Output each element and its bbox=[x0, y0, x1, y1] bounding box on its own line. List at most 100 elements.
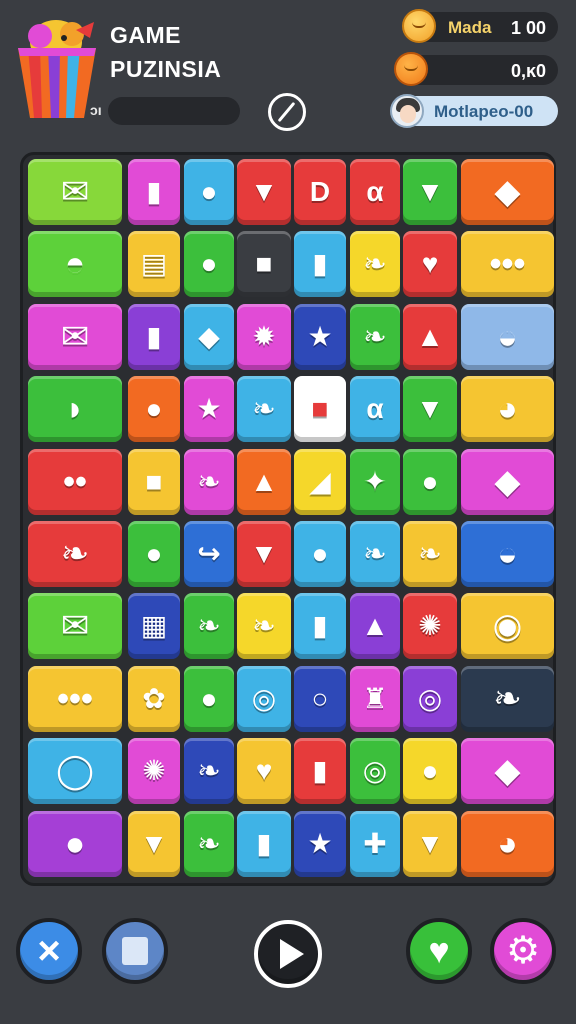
tile-red-pig[interactable]: ◗ bbox=[28, 376, 122, 443]
tile-pink-cup[interactable]: ▼ bbox=[128, 810, 180, 877]
tile-red-donut[interactable]: ● bbox=[28, 810, 122, 877]
tile-paper-plane[interactable]: ▲ bbox=[350, 593, 400, 660]
tile-gold-ring[interactable]: ◯ bbox=[28, 738, 122, 805]
tile-dome[interactable]: ◓ bbox=[28, 231, 122, 298]
tile-paper-plane[interactable]: ▲ bbox=[237, 448, 291, 515]
tile-sun[interactable]: ✹ bbox=[237, 303, 291, 370]
settings-button[interactable]: ⚙ bbox=[490, 918, 556, 984]
tile-red-envelope[interactable]: ✉ bbox=[28, 159, 122, 225]
tile-bottle[interactable]: ▮ bbox=[128, 303, 180, 370]
tile-pink-jar[interactable]: ▮ bbox=[294, 738, 346, 805]
tile-orange-blob[interactable]: •• bbox=[28, 448, 122, 515]
tile-star[interactable]: ★ bbox=[294, 303, 346, 370]
tile-blue-cup[interactable]: ■ bbox=[237, 231, 291, 298]
level-progress: ɔı bbox=[90, 97, 240, 125]
tile-grid: ✉ ▮ ● ▼ Dα ▼ ◆ ◓ ▤ ● ■ ▮ ❧ ♥ ••• ✉ ▮ ◆ ✹ ★ ❧ ▲ ◒ ◗ ● ★ ❧ ■ α ▼ ◕ •• ■ ❧ ▲ ◢… bbox=[28, 159, 554, 883]
tile-purple-balloon[interactable]: ● bbox=[184, 665, 234, 732]
tile-orange-cat[interactable]: ◕ bbox=[461, 810, 554, 877]
tile-pink-drop[interactable]: ● bbox=[403, 738, 457, 805]
tile-star[interactable]: ★ bbox=[294, 810, 346, 877]
tile-green-cactus[interactable]: ✿ bbox=[128, 665, 180, 732]
tile-green-leaf[interactable]: ❧ bbox=[237, 593, 291, 660]
tile-ice-cream-cone[interactable]: ▼ bbox=[237, 521, 291, 587]
tile-yellow-hook[interactable]: ↪ bbox=[184, 521, 234, 587]
tile-cone[interactable]: ▼ bbox=[403, 376, 457, 443]
tile-green-star[interactable]: ✦ bbox=[350, 448, 400, 515]
cards-button[interactable] bbox=[102, 918, 168, 984]
tile-white-sail[interactable]: ◢ bbox=[294, 448, 346, 515]
tile-pencil[interactable]: ▼ bbox=[403, 810, 457, 877]
tile-letter-d[interactable]: D bbox=[294, 159, 346, 225]
tile-yellow-crown[interactable]: ♜ bbox=[350, 665, 400, 732]
tile-blue-coin[interactable]: ● bbox=[128, 521, 180, 587]
tile-pink-leaf[interactable]: ❧ bbox=[184, 448, 234, 515]
tile-ice-cream-cone[interactable]: ▼ bbox=[237, 159, 291, 225]
tile-pink-ball[interactable]: ● bbox=[294, 521, 346, 587]
tile-red-card[interactable]: ▦ bbox=[128, 593, 180, 660]
tile-purple-leaf[interactable]: ❧ bbox=[350, 521, 400, 587]
tile-red-box[interactable]: ■ bbox=[294, 376, 346, 443]
no-entry-icon[interactable] bbox=[268, 93, 306, 131]
tile-pink-urchin[interactable]: ✺ bbox=[403, 593, 457, 660]
tile-blue-trash[interactable]: ▮ bbox=[237, 810, 291, 877]
tile-yellow-blob[interactable]: ••• bbox=[28, 665, 122, 732]
letter-a-icon: α bbox=[366, 176, 384, 207]
tile-green-bag[interactable]: ■ bbox=[128, 448, 180, 515]
card-icon bbox=[122, 937, 148, 965]
close-button[interactable]: × bbox=[16, 918, 82, 984]
tile-pink-envelope[interactable]: ✉ bbox=[28, 303, 122, 370]
tile-star[interactable]: ★ bbox=[184, 376, 234, 443]
tile-cone[interactable]: ▼ bbox=[403, 159, 457, 225]
favorite-button[interactable]: ♥ bbox=[406, 918, 472, 984]
tile-rocket[interactable]: ▲ bbox=[403, 303, 457, 370]
tile-green-leaf[interactable]: ❧ bbox=[237, 376, 291, 443]
tile-trash-can[interactable]: ▮ bbox=[128, 159, 180, 225]
pink-ball-icon: ● bbox=[311, 538, 329, 569]
tile-blue-bird[interactable]: ❧ bbox=[28, 521, 122, 587]
cone-icon: ▼ bbox=[416, 176, 444, 207]
tile-purple-urchin[interactable]: ✺ bbox=[128, 738, 180, 805]
tile-blue-pin[interactable]: ◎ bbox=[350, 738, 400, 805]
tile-blue-donut[interactable]: ◎ bbox=[403, 665, 457, 732]
play-button[interactable] bbox=[254, 920, 322, 988]
tile-blue-ring[interactable]: ◎ bbox=[237, 665, 291, 732]
tile-letter-a[interactable]: α bbox=[350, 376, 400, 443]
tile-green-leaf[interactable]: ❧ bbox=[461, 665, 554, 732]
tile-potion[interactable]: ● bbox=[184, 159, 234, 225]
popcorn-box-logo bbox=[18, 20, 96, 118]
tile-lemon[interactable]: ● bbox=[128, 376, 180, 443]
tile-letter-a[interactable]: α bbox=[350, 159, 400, 225]
tile-purple-drop[interactable]: ● bbox=[403, 448, 457, 515]
tile-red-heart-leaf[interactable]: ♥ bbox=[237, 738, 291, 805]
tile-purple-gem-block[interactable]: ◆ bbox=[461, 448, 554, 515]
tile-orange-leaf[interactable]: ❧ bbox=[184, 810, 234, 877]
tile-gold-ring[interactable]: ○ bbox=[294, 665, 346, 732]
tile-flag-card[interactable]: ▤ bbox=[128, 231, 180, 298]
tile-green-leaf[interactable]: ❧ bbox=[184, 593, 234, 660]
green-cactus-icon: ✿ bbox=[142, 682, 166, 714]
tile-blue-fish[interactable]: ◒ bbox=[461, 303, 554, 370]
tile-purple-leaf[interactable]: ❧ bbox=[350, 231, 400, 298]
star-icon: ★ bbox=[307, 320, 333, 352]
tile-pink-gem[interactable]: ◆ bbox=[461, 738, 554, 805]
tile-crystal[interactable]: ◆ bbox=[184, 303, 234, 370]
tile-heart[interactable]: ♥ bbox=[403, 231, 457, 298]
player-badge[interactable]: Motlapeo-00 bbox=[390, 94, 558, 128]
tile-blue-whale[interactable]: ◒ bbox=[461, 521, 554, 587]
tile-orange-cat[interactable]: ◕ bbox=[461, 376, 554, 443]
tile-feather[interactable]: ❧ bbox=[350, 303, 400, 370]
tile-blue-gem-block[interactable]: ◆ bbox=[461, 159, 554, 225]
tile-red-leaf[interactable]: ❧ bbox=[184, 738, 234, 805]
tile-purple-feather[interactable]: ❧ bbox=[403, 521, 457, 587]
tile-purple-envelope[interactable]: ✉ bbox=[28, 593, 122, 660]
star-icon: ★ bbox=[196, 393, 222, 425]
tile-balloon[interactable]: ● bbox=[184, 231, 234, 298]
tile-blue-cross[interactable]: ✚ bbox=[350, 810, 400, 877]
feather-icon: ❧ bbox=[363, 320, 387, 352]
pencil-icon: ▼ bbox=[416, 827, 444, 859]
tile-white-robot[interactable]: ◉ bbox=[461, 593, 554, 660]
tile-white-jar[interactable]: ▮ bbox=[294, 593, 346, 660]
green-bag-icon: ■ bbox=[145, 465, 163, 497]
tile-yellow-jar[interactable]: ▮ bbox=[294, 231, 346, 298]
tile-yellow-blob[interactable]: ••• bbox=[461, 231, 554, 298]
